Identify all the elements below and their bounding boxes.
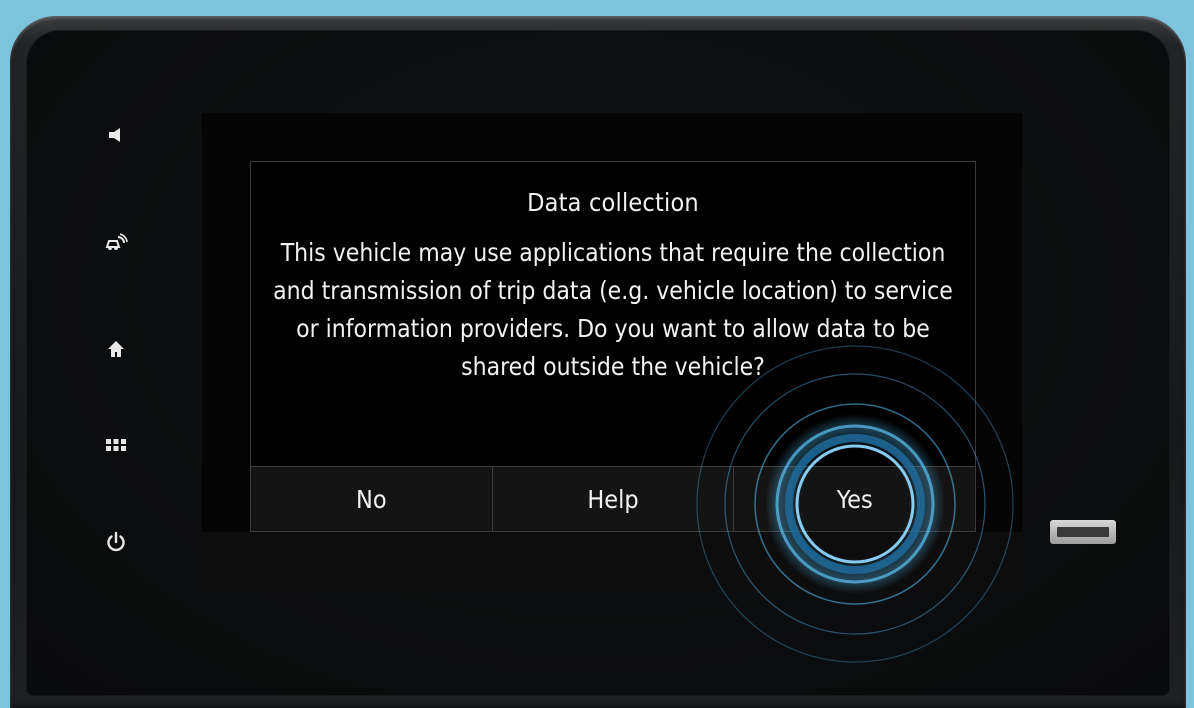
usb-port — [1050, 520, 1116, 544]
home-button[interactable] — [98, 331, 134, 367]
power-icon — [105, 531, 127, 553]
volume-button[interactable] — [98, 117, 134, 153]
apps-grid-icon — [105, 437, 127, 453]
yes-button[interactable]: Yes — [734, 467, 975, 531]
home-icon — [106, 339, 126, 359]
touchscreen: Data collection This vehicle may use app… — [202, 113, 1022, 590]
driving-assist-icon — [104, 231, 128, 253]
dialog-message: This vehicle may use applications that r… — [273, 238, 953, 381]
data-collection-dialog: Data collection This vehicle may use app… — [250, 161, 976, 532]
background-footer-bar — [202, 532, 1022, 590]
dialog-button-bar: No Help Yes — [251, 466, 975, 531]
volume-icon — [106, 125, 126, 145]
help-button[interactable]: Help — [493, 467, 735, 531]
power-button[interactable] — [98, 524, 134, 560]
dialog-title: Data collection — [527, 188, 699, 217]
driving-assist-button[interactable] — [98, 224, 134, 260]
apps-button[interactable] — [98, 427, 134, 463]
no-button[interactable]: No — [251, 467, 493, 531]
